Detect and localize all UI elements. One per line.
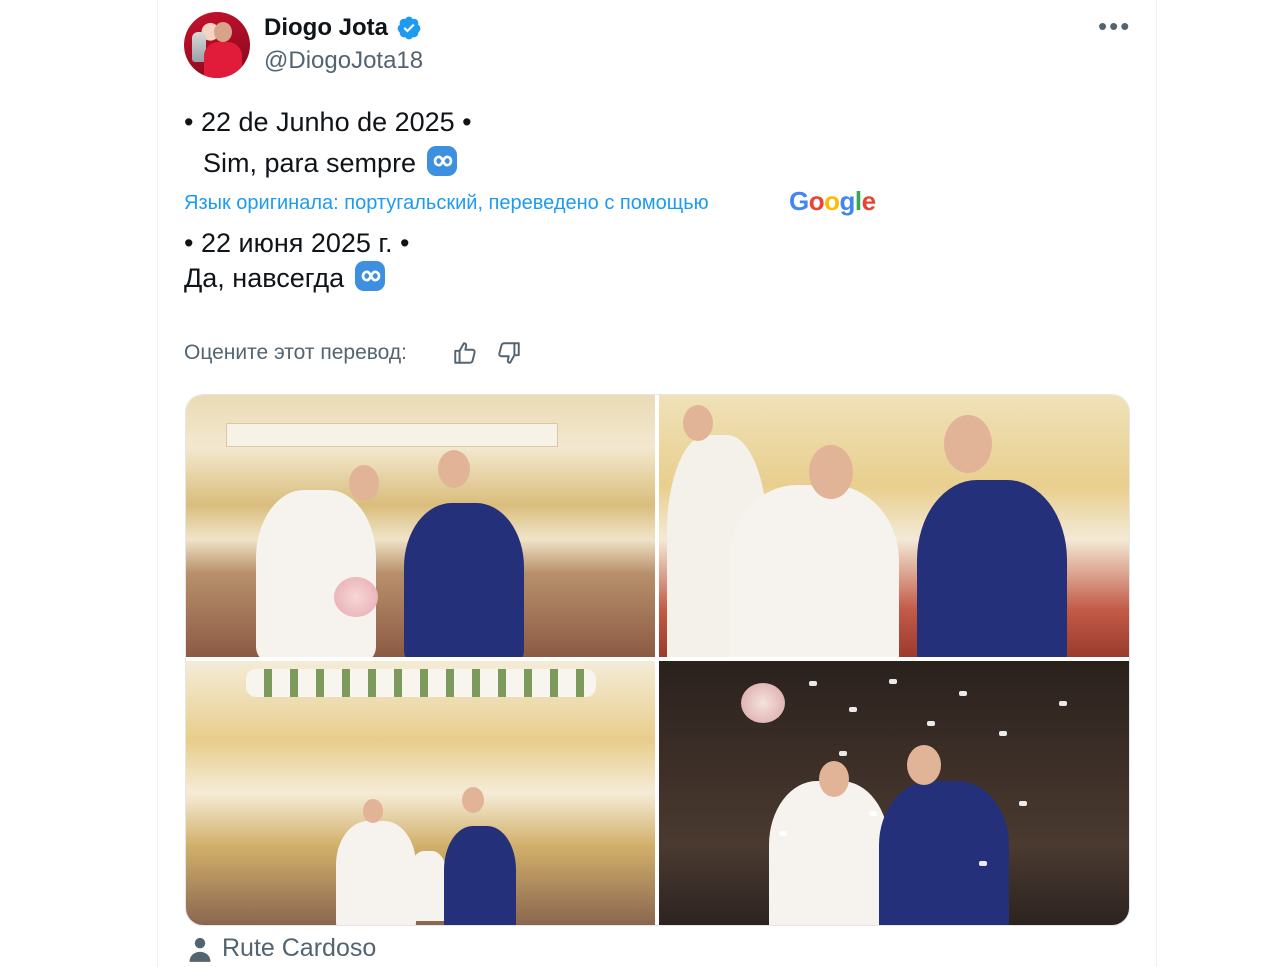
groom-figure [404,503,524,657]
display-name[interactable]: Diogo Jota [264,14,388,42]
more-horizontal-icon[interactable]: ••• [1098,13,1129,42]
photo-credit[interactable]: Rute Cardoso [222,933,376,963]
bride-figure [729,485,899,657]
infinity-emoji-icon [355,261,386,291]
translated-text-line: • 22 июня 2025 г. • [184,228,410,258]
thumbs-down-icon[interactable] [496,340,522,366]
user-handle[interactable]: @DiogoJota18 [264,47,423,75]
bouquet [741,683,785,723]
groom-figure [444,826,516,925]
confetti-piece [999,731,1007,736]
bouquet [334,577,378,617]
tweet-text-line: • 22 de Junho de 2025 • [184,107,472,137]
groom-figure [879,781,1009,925]
confetti-piece [849,707,857,712]
wedding-family-photo[interactable] [186,661,655,925]
confetti-piece [927,721,935,726]
person-icon [189,937,211,962]
wedding-confetti-photo[interactable] [659,661,1129,925]
bride-figure [769,781,889,925]
flower-garland [246,669,596,697]
confetti-piece [1019,801,1027,806]
wedding-altar-photo[interactable] [186,395,655,657]
child-figure [408,851,448,921]
bride-figure [336,821,416,925]
confetti-piece [1059,701,1067,706]
avatar-shirt [204,42,242,78]
bride-face [363,799,383,823]
confetti-piece [839,751,847,756]
wedding-rings-photo[interactable] [659,395,1129,657]
translation-note[interactable]: Язык оригинала: португальский, переведен… [184,190,709,216]
bride-face [819,761,849,797]
groom-face [462,787,484,813]
bride-face [809,445,853,499]
bride-face [349,465,379,501]
avatar-head [214,22,232,42]
rate-translation-label: Оцените этот перевод: [184,341,407,364]
groom-face [907,745,941,785]
altar-table [226,423,558,447]
thumbs-up-icon[interactable] [452,340,478,366]
verified-badge-icon [397,16,421,40]
translated-text-line: Да, навсегда [184,260,386,295]
confetti-piece [979,861,987,866]
priest-face [683,405,713,441]
groom-face [438,450,470,488]
groom-face [944,415,992,473]
confetti-piece [889,679,897,684]
bride-figure [256,490,376,657]
confetti-piece [869,811,877,816]
infinity-emoji-icon [427,146,458,176]
media-grid [185,394,1130,926]
tweet-text-fragment: Sim, para sempre [203,148,417,178]
google-logo: Google [789,186,876,216]
confetti-piece [959,691,967,696]
confetti-piece [779,831,787,836]
confetti-piece [809,681,817,686]
groom-figure [917,480,1067,657]
avatar[interactable] [184,12,250,78]
translated-text-fragment: Да, навсегда [184,263,345,293]
tweet-text-line: Sim, para sempre [203,145,458,180]
